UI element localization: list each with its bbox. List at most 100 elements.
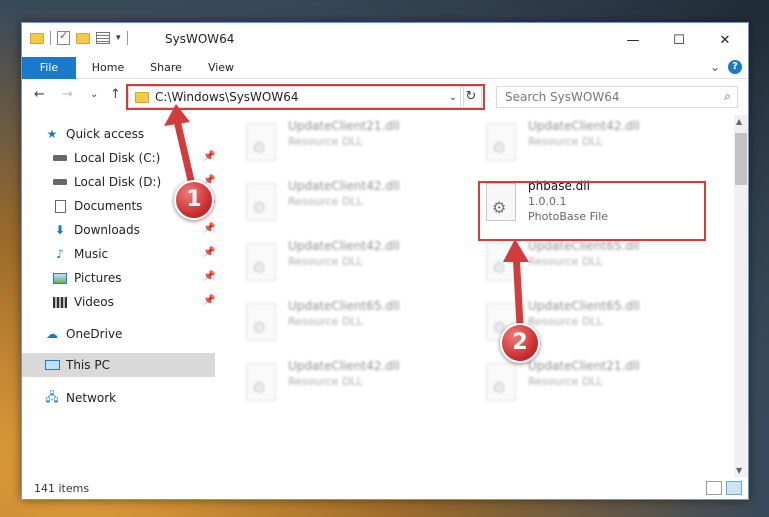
file-type: Resource DLL [528,255,603,268]
downloads-icon: ⬇ [54,223,66,237]
dll-file-icon: ⚙ [246,243,276,281]
tab-share[interactable]: Share [140,57,192,79]
step-1-badge: 1 [174,180,214,220]
sidebar-item-downloads[interactable]: ⬇ Downloads [52,219,140,241]
scroll-down-icon[interactable]: ▼ [736,466,742,475]
sidebar-item-label: OneDrive [66,327,123,341]
tab-view[interactable]: View [198,57,244,79]
videos-icon [52,295,68,309]
window-title: SysWOW64 [165,32,235,46]
step-2-badge: 2 [500,323,540,363]
file-type: Resource DLL [288,135,363,148]
list-item[interactable]: ⚙ UpdateClient42.dll Resource DLL [246,239,476,295]
scroll-up-icon[interactable]: ▲ [736,117,742,126]
sidebar-item-local-disk-d[interactable]: Local Disk (D:) [52,171,161,193]
file-name: UpdateClient65.dll [288,299,400,313]
list-item[interactable]: ⚙ UpdateClient21.dll Resource DLL [246,119,476,175]
sidebar-item-this-pc[interactable]: This PC [44,354,110,376]
back-button[interactable]: ← [34,87,45,102]
ribbon: File Home Share View ⌄ ? [22,57,748,79]
cloud-icon: ☁ [46,327,58,341]
drive-icon [52,175,68,189]
sidebar-item-label: Music [74,247,109,261]
dll-file-icon: ⚙ [246,303,276,341]
list-item[interactable]: ⚙ UpdateClient65.dll Resource DLL [486,239,716,295]
help-icon[interactable]: ? [728,60,742,74]
pin-icon[interactable]: 📌 [203,223,215,234]
file-name: UpdateClient21.dll [288,119,400,133]
sidebar-item-videos[interactable]: Videos [52,291,114,313]
sidebar-item-label: Network [66,391,117,405]
file-type: Resource DLL [288,195,363,208]
dll-file-icon: ⚙ [486,363,516,401]
sidebar-item-label: Documents [74,199,143,213]
collapse-ribbon-icon[interactable]: ⌄ [710,60,720,74]
star-icon: ★ [46,127,58,141]
minimize-button[interactable]: — [610,23,656,57]
toolbar-separator [50,31,51,45]
sidebar-item-music[interactable]: ♪ Music [52,243,108,265]
sidebar-item-label: This PC [66,358,110,372]
recent-locations-button[interactable]: ⌄ [90,89,98,100]
sidebar-item-documents[interactable]: Documents [52,195,142,217]
sidebar-item-label: Quick access [66,127,145,141]
dll-file-icon: ⚙ [486,123,516,161]
sidebar-item-quick-access[interactable]: ★ Quick access [44,123,145,145]
file-type: Resource DLL [288,315,363,328]
tab-home[interactable]: Home [82,57,134,79]
properties-icon[interactable] [57,29,70,45]
sidebar-item-label: Videos [74,295,114,309]
list-item[interactable]: ⚙ UpdateClient21.dll Resource DLL [486,359,716,415]
address-highlight-box [126,84,485,110]
music-icon: ♪ [56,247,64,261]
documents-icon [52,199,68,213]
pin-icon[interactable]: 📌 [203,247,215,258]
list-item[interactable]: ⚙ UpdateClient42.dll Resource DLL [246,359,476,415]
scroll-thumb[interactable] [735,133,747,185]
details-view-icon[interactable] [706,481,722,495]
sidebar-item-onedrive[interactable]: ☁ OneDrive [44,323,122,345]
file-type: Resource DLL [288,255,363,268]
up-button[interactable]: ↑ [110,87,121,102]
vertical-scrollbar[interactable]: ▲ ▼ [734,115,748,477]
dll-file-icon: ⚙ [246,183,276,221]
search-placeholder: Search SysWOW64 [505,90,620,104]
file-explorer-window: ▾ SysWOW64 — ☐ ✕ File Home Share View ⌄ … [21,22,749,500]
network-icon: 🖧 [45,389,59,404]
sidebar-item-local-disk-c[interactable]: Local Disk (C:) [52,147,160,169]
file-list: ⚙ UpdateClient21.dll Resource DLL ⚙ Upda… [238,115,733,477]
sidebar-item-pictures[interactable]: Pictures [52,267,122,289]
drive-icon [52,151,68,165]
sidebar-item-label: Local Disk (C:) [74,151,161,165]
search-icon[interactable]: ⌕ [724,89,731,104]
tab-file[interactable]: File [22,57,76,79]
sidebar-item-label: Downloads [74,223,140,237]
file-type: Resource DLL [288,375,363,388]
file-type: Resource DLL [528,375,603,388]
new-folder-icon[interactable] [76,32,90,44]
maximize-button[interactable]: ☐ [656,23,702,57]
large-icons-view-icon[interactable] [726,481,742,495]
dll-file-icon: ⚙ [246,123,276,161]
list-item[interactable]: ⚙ UpdateClient65.dll Resource DLL [246,299,476,355]
file-type: Resource DLL [528,315,603,328]
computer-icon [44,358,60,372]
pin-icon[interactable]: 📌 [203,271,215,282]
list-item[interactable]: ⚙ UpdateClient42.dll Resource DLL [246,179,476,235]
close-button[interactable]: ✕ [702,23,748,57]
search-input[interactable]: Search SysWOW64 ⌕ [496,86,738,108]
navigation-pane: ★ Quick access Local Disk (C:) 📌 Local D… [22,119,215,477]
pin-icon[interactable]: 📌 [203,295,215,306]
view-options-icon[interactable] [96,32,110,44]
pin-icon[interactable]: 📌 [203,151,215,162]
list-item[interactable]: ⚙ UpdateClient42.dll Resource DLL [486,119,716,175]
dll-file-icon: ⚙ [486,243,516,281]
forward-button[interactable]: → [62,87,73,102]
customize-toolbar-icon[interactable]: ▾ [116,33,121,43]
folder-icon [30,32,44,44]
sidebar-item-network[interactable]: 🖧 Network [44,387,116,409]
status-bar: 141 items [22,477,748,501]
sidebar-item-label: Local Disk (D:) [74,175,162,189]
sidebar-item-label: Pictures [74,271,122,285]
file-name: UpdateClient42.dll [288,179,400,193]
